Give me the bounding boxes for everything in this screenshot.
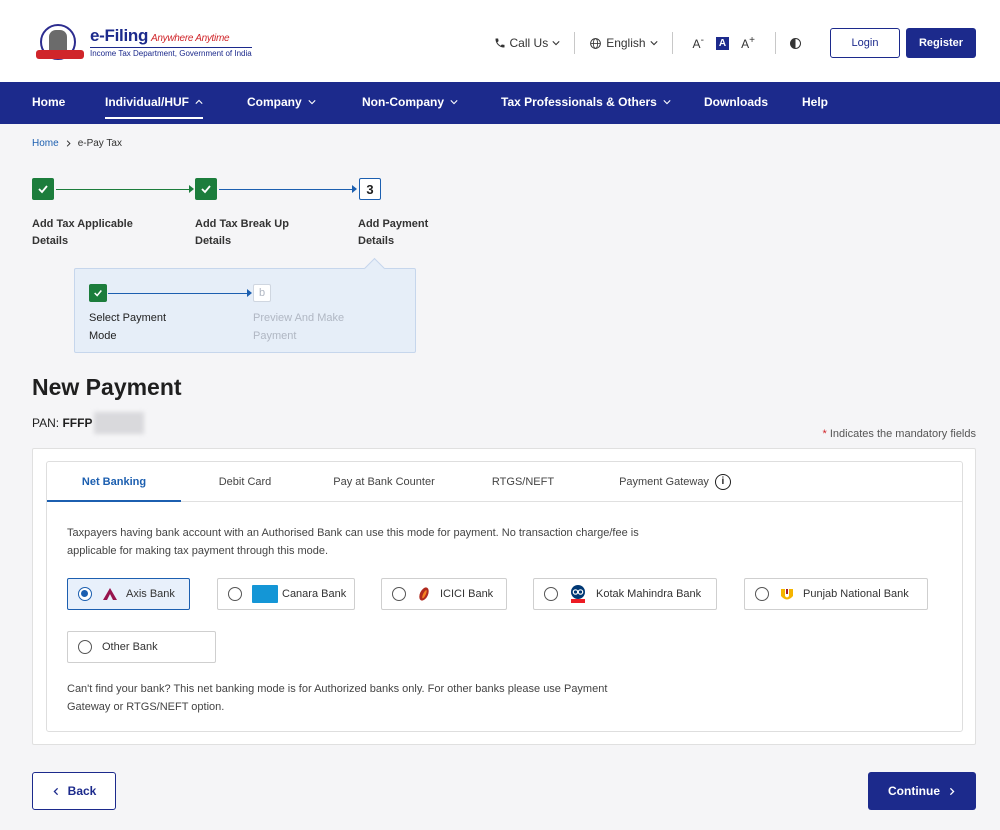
chevron-down-icon [450, 100, 458, 105]
emblem-icon [32, 22, 88, 62]
continue-button[interactable]: Continue [868, 772, 976, 810]
language-dropdown[interactable]: English [589, 36, 658, 50]
nav-help[interactable]: Help [802, 82, 828, 124]
chevron-down-icon [649, 41, 658, 46]
chevron-down-icon [552, 41, 560, 46]
bank-option-kotak[interactable]: Kotak Mahindra Bank [533, 578, 717, 610]
tab-net-banking[interactable]: Net Banking [47, 462, 181, 502]
font-normal-button[interactable]: A [715, 36, 730, 50]
tab-payment-gateway[interactable]: Payment Gateway i [595, 462, 755, 502]
bank-name-other: Other Bank [102, 641, 158, 653]
tab-pay-at-bank-counter[interactable]: Pay at Bank Counter [319, 462, 449, 502]
chevron-left-icon [53, 787, 58, 795]
radio-kotak[interactable] [544, 587, 558, 601]
pnb-bank-logo-icon [779, 586, 795, 602]
bank-name-canara: Canara Bank [282, 588, 347, 600]
mandatory-note: * Indicates the mandatory fields [822, 428, 976, 440]
step-1-indicator [32, 178, 54, 200]
radio-other[interactable] [78, 640, 92, 654]
chevron-right-icon [949, 787, 955, 795]
back-button[interactable]: Back [32, 772, 116, 810]
tab-rtgs-neft[interactable]: RTGS/NEFT [477, 462, 569, 502]
radio-icici[interactable] [392, 587, 406, 601]
pan-display: PAN: FFFP [32, 412, 145, 434]
chevron-down-icon [308, 100, 316, 105]
chevron-down-icon [663, 100, 671, 105]
bank-name-kotak: Kotak Mahindra Bank [596, 588, 702, 600]
contrast-icon[interactable] [790, 37, 801, 49]
nav-downloads[interactable]: Downloads [704, 82, 768, 124]
radio-canara[interactable] [228, 587, 242, 601]
breadcrumb-home[interactable]: Home [32, 138, 59, 149]
axis-bank-logo-icon [102, 587, 118, 601]
logo-title: e-Filing [90, 26, 149, 45]
step-3-indicator: 3 [359, 178, 381, 200]
bank-option-pnb[interactable]: Punjab National Bank [744, 578, 928, 610]
tab-debit-card[interactable]: Debit Card [195, 462, 295, 502]
radio-axis[interactable] [78, 587, 92, 601]
chevron-right-icon [66, 140, 71, 147]
pan-masked [94, 412, 145, 434]
step-1-label: Add Tax Applicable Details [32, 218, 133, 247]
payment-mode-panel: Net Banking Debit Card Pay at Bank Count… [46, 461, 963, 732]
breadcrumb-current: e-Pay Tax [77, 138, 122, 149]
check-icon [201, 185, 211, 194]
pan-label: PAN: [32, 416, 60, 430]
bank-name-pnb: Punjab National Bank [803, 588, 909, 600]
step-2-indicator [195, 178, 217, 200]
bank-name-icici: ICICI Bank [440, 588, 494, 600]
nav-company[interactable]: Company [247, 82, 316, 124]
globe-icon [590, 37, 602, 49]
page-title: New Payment [32, 374, 182, 400]
payment-mode-tabs: Net Banking Debit Card Pay at Bank Count… [47, 462, 962, 502]
site-header: e-Filing Anywhere Anytime Income Tax Depa… [0, 0, 1000, 82]
header-tools: Call Us English A- A A+ Login Register [494, 28, 976, 58]
substep-b-indicator: b [253, 284, 271, 302]
nav-tax-professionals[interactable]: Tax Professionals & Others [501, 82, 671, 124]
payment-substeps: b Select Payment Mode Preview And Make P… [74, 268, 416, 353]
bank-name-axis: Axis Bank [126, 588, 175, 600]
bank-option-icici[interactable]: ICICI Bank [381, 578, 507, 610]
logo-subtitle: Income Tax Department, Government of Ind… [90, 47, 252, 58]
bank-option-canara[interactable]: Canara Bank [217, 578, 355, 610]
step-3-label: Add Payment Details [358, 218, 429, 247]
bank-option-other[interactable]: Other Bank [67, 631, 216, 663]
net-banking-note: Can't find your bank? This net banking m… [67, 683, 608, 713]
step-2-label: Add Tax Break Up Details [195, 218, 289, 247]
icici-bank-logo-icon [416, 586, 432, 602]
substep-a-indicator [89, 284, 107, 302]
breadcrumb: Home e-Pay Tax [32, 138, 122, 149]
pan-value: FFFP [62, 416, 93, 430]
bank-option-axis[interactable]: Axis Bank [67, 578, 190, 610]
efiling-logo[interactable]: e-Filing Anywhere Anytime Income Tax Depa… [32, 22, 252, 62]
font-decrease-button[interactable]: A- [693, 35, 704, 51]
radio-pnb[interactable] [755, 587, 769, 601]
nav-non-company[interactable]: Non-Company [362, 82, 458, 124]
canara-bank-logo-icon [252, 585, 278, 603]
register-button[interactable]: Register [906, 28, 976, 58]
chevron-up-icon [195, 99, 203, 104]
language-label: English [606, 36, 646, 50]
call-us-label: Call Us [509, 36, 549, 50]
substep-a-label: Select Payment Mode [89, 312, 167, 342]
net-banking-description: Taxpayers having bank account with an Au… [67, 527, 639, 557]
logo-tagline: Anywhere Anytime [151, 33, 230, 44]
check-icon [94, 290, 102, 297]
check-icon [38, 185, 48, 194]
font-increase-button[interactable]: A+ [741, 35, 755, 51]
payment-card: Net Banking Debit Card Pay at Bank Count… [32, 448, 976, 745]
call-us-dropdown[interactable]: Call Us [494, 36, 561, 50]
nav-home[interactable]: Home [32, 82, 65, 124]
phone-icon [495, 38, 505, 48]
main-nav: Home Individual/HUF Company Non-Company … [0, 82, 1000, 124]
info-icon[interactable]: i [714, 474, 731, 491]
kotak-bank-logo-icon [568, 584, 588, 604]
progress-stepper: 3 Add Tax Applicable Details Add Tax Bre… [0, 178, 1000, 248]
nav-individual-huf[interactable]: Individual/HUF [105, 82, 204, 124]
login-button[interactable]: Login [830, 28, 900, 58]
substep-b-label: Preview And Make Payment [253, 312, 345, 342]
